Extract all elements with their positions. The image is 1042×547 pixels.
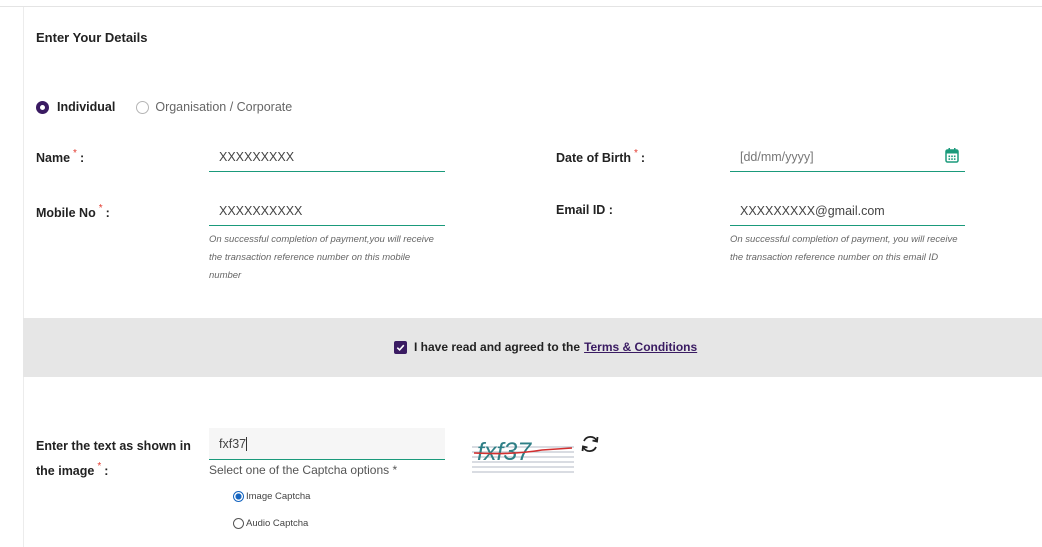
- refresh-icon[interactable]: [578, 432, 602, 456]
- audio-captcha-radio[interactable]: [233, 518, 244, 529]
- mobile-hint: On successful completion of payment,you …: [209, 234, 434, 281]
- name-field-value: XXXXXXXXX: [219, 150, 295, 164]
- image-captcha-label[interactable]: Image Captcha: [246, 491, 310, 502]
- terms-checkbox[interactable]: [394, 340, 407, 354]
- terms-row: I have read and agreed to the Terms & Co…: [394, 340, 697, 354]
- image-captcha-option[interactable]: Image Captcha: [233, 491, 310, 502]
- calendar-icon[interactable]: [945, 147, 959, 163]
- radio-individual[interactable]: [36, 100, 49, 114]
- radio-organisation[interactable]: [136, 100, 150, 114]
- check-icon: [396, 344, 405, 351]
- radio-individual-label[interactable]: Individual: [57, 100, 115, 114]
- terms-link[interactable]: Terms & Conditions: [584, 340, 697, 354]
- captcha-label: Enter the text as shown in the image *:: [36, 439, 191, 478]
- radio-organisation-label[interactable]: Organisation / Corporate: [155, 100, 292, 114]
- email-label: Email ID :: [556, 203, 613, 217]
- captcha-input-value: fxf37: [219, 437, 247, 451]
- email-field[interactable]: XXXXXXXXX@gmail.com: [730, 201, 965, 226]
- audio-captcha-option[interactable]: Audio Captcha: [233, 518, 308, 529]
- user-type-radio-group: Individual Organisation / Corporate: [36, 100, 292, 114]
- dob-label: Date of Birth *:: [556, 148, 646, 165]
- email-hint: On successful completion of payment, you…: [730, 234, 958, 263]
- audio-captcha-label[interactable]: Audio Captcha: [246, 518, 308, 529]
- image-captcha-radio[interactable]: [233, 491, 244, 502]
- email-field-value: XXXXXXXXX@gmail.com: [740, 204, 885, 218]
- text-caret: [246, 437, 248, 451]
- mobile-label: Mobile No *:: [36, 203, 110, 220]
- terms-text: I have read and agreed to the: [414, 340, 581, 354]
- captcha-options-title: Select one of the Captcha options *: [209, 463, 398, 477]
- mobile-field-value: XXXXXXXXXX: [219, 204, 303, 218]
- name-field[interactable]: XXXXXXXXX: [209, 147, 445, 172]
- captcha-image: fxf37: [472, 438, 574, 473]
- section-title: Enter Your Details: [36, 30, 148, 45]
- captcha-input[interactable]: fxf37: [209, 428, 445, 460]
- mobile-field[interactable]: XXXXXXXXXX: [209, 201, 445, 226]
- dob-field[interactable]: [dd/mm/yyyy]: [730, 147, 965, 172]
- dob-placeholder: [dd/mm/yyyy]: [740, 150, 814, 164]
- name-label: Name *:: [36, 148, 85, 165]
